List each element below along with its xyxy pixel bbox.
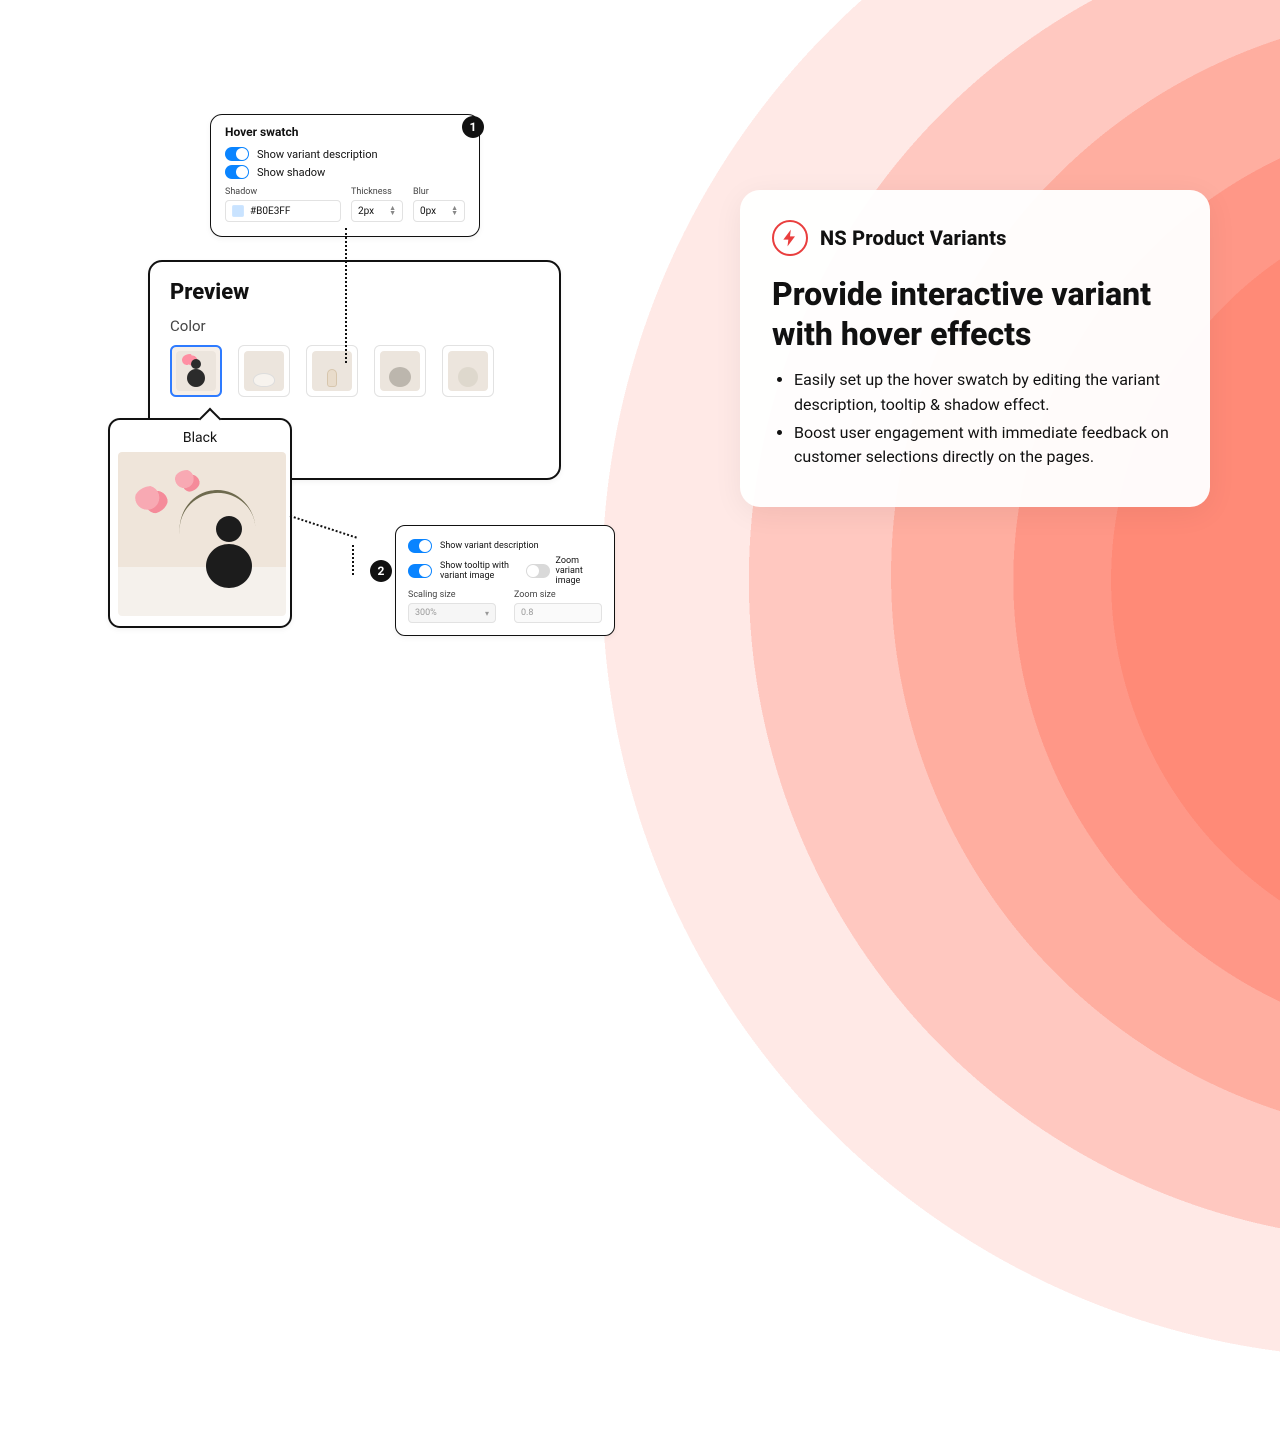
option-label: Color <box>170 317 539 335</box>
swatch-row <box>170 345 539 397</box>
tooltip-label: Black <box>118 430 282 446</box>
thickness-input[interactable]: 2px ▲▼ <box>351 200 403 222</box>
input-value: 2px <box>358 206 374 217</box>
toggle-label: Show tooltip with variant image <box>440 561 518 581</box>
shadow-color-input[interactable]: #B0E3FF <box>225 200 341 222</box>
tooltip-settings-panel: Show variant description Show tooltip wi… <box>395 525 615 636</box>
hover-swatch-panel: Hover swatch Show variant description Sh… <box>210 114 480 237</box>
input-value: 0.8 <box>521 608 534 618</box>
field-label: Shadow <box>225 187 341 197</box>
panel-title: Hover swatch <box>225 125 465 139</box>
input-value: 300% <box>415 608 437 618</box>
toggle-show-shadow[interactable] <box>225 165 249 179</box>
info-bullet: Boost user engagement with immediate fee… <box>794 421 1178 471</box>
connector-line <box>345 228 347 363</box>
field-label: Thickness <box>351 187 403 197</box>
connector-line <box>352 545 354 575</box>
info-card: NS Product Variants Provide interactive … <box>740 190 1210 507</box>
blur-input[interactable]: 0px ▲▼ <box>413 200 465 222</box>
brand-logo-icon <box>772 220 808 256</box>
variant-tooltip: Black <box>108 418 292 628</box>
toggle-show-tooltip-image[interactable] <box>408 564 432 578</box>
annotation-badge-1: 1 <box>462 116 484 138</box>
toggle-show-variant-description[interactable] <box>225 147 249 161</box>
toggle-label: Zoom variant image <box>556 556 602 586</box>
connector-line <box>290 515 357 539</box>
info-bullet: Easily set up the hover swatch by editin… <box>794 368 1178 418</box>
variant-swatch[interactable] <box>442 345 494 397</box>
info-bullets: Easily set up the hover swatch by editin… <box>772 368 1178 470</box>
chevron-down-icon: ▾ <box>485 609 489 618</box>
toggle-label: Show shadow <box>257 166 325 179</box>
toggle-zoom-variant-image[interactable] <box>526 564 550 578</box>
variant-swatch[interactable] <box>306 345 358 397</box>
stepper-icon: ▲▼ <box>389 206 396 216</box>
scaling-size-select[interactable]: 300% ▾ <box>408 603 496 623</box>
panel-title: Preview <box>170 280 539 305</box>
variant-swatch[interactable] <box>374 345 426 397</box>
variant-swatch[interactable] <box>170 345 222 397</box>
zoom-size-input[interactable]: 0.8 <box>514 603 602 623</box>
annotation-badge-2: 2 <box>370 560 392 582</box>
field-label: Zoom size <box>514 590 602 600</box>
input-value: 0px <box>420 206 436 217</box>
color-chip-icon <box>232 205 244 217</box>
field-label: Blur <box>413 187 465 197</box>
info-heading: Provide interactive variant with hover e… <box>772 274 1178 354</box>
tooltip-image <box>118 452 286 616</box>
stepper-icon: ▲▼ <box>451 206 458 216</box>
toggle-label: Show variant description <box>257 148 378 161</box>
field-label: Scaling size <box>408 590 496 600</box>
brand-row: NS Product Variants <box>772 220 1178 256</box>
toggle-label: Show variant description <box>440 541 539 551</box>
toggle-show-variant-description[interactable] <box>408 539 432 553</box>
variant-swatch[interactable] <box>238 345 290 397</box>
brand-title: NS Product Variants <box>820 226 1007 250</box>
input-value: #B0E3FF <box>250 206 290 217</box>
